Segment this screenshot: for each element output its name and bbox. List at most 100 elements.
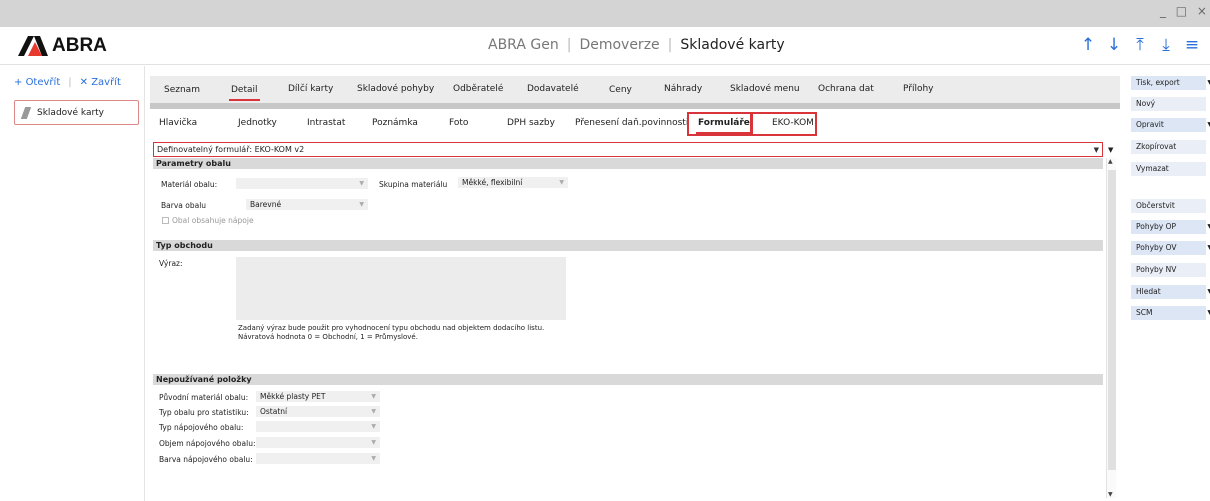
tab-intrastat[interactable]: Intrastat [307, 118, 345, 128]
tab-preneseni-dane[interactable]: Přenesení daň.povinnosti [575, 118, 688, 128]
form-scrollbar[interactable]: ▲ ▼ [1106, 158, 1116, 498]
unused-select[interactable]: ▼ [256, 437, 380, 448]
unused-value: Měkké plasty PET [260, 392, 326, 401]
abra-logo-icon [18, 36, 48, 56]
window-titlebar: _ □ × [0, 0, 1210, 27]
document-label: Skladové karty [37, 107, 105, 118]
group-value: Měkké, flexibilní [462, 178, 523, 187]
scroll-thumb[interactable] [1108, 170, 1116, 470]
unused-label: Původní materiál obalu: [159, 393, 249, 402]
chevron-down-icon[interactable]: ▼ [1108, 146, 1113, 154]
material-label: Materiál obalu: [161, 180, 218, 189]
tab-ochrana-dat[interactable]: Ochrana dat [818, 84, 874, 94]
caret-icon: ▼ [359, 201, 364, 208]
tab-hlavicka[interactable]: Hlavička [159, 118, 197, 128]
app-header: ABRA ABRA Gen | Demoverze | Skladové karty ↑… [0, 27, 1210, 65]
menu-icon[interactable]: ≡ [1184, 35, 1200, 55]
unused-value: Ostatní [260, 407, 288, 416]
tab-seznam[interactable]: Seznam [164, 85, 200, 95]
right-pane: Tisk, export ▼ Nový Opravit ▼ Zkopírovat V… [1124, 66, 1210, 501]
movements-nv-button[interactable]: Pohyby NV [1131, 263, 1206, 277]
chevron-down-icon[interactable]: ▼ [1094, 144, 1099, 157]
definable-form-select[interactable]: Definovatelný formulář: EKO-KOM v2 ▼ [153, 142, 1103, 157]
delete-button[interactable]: Vymazat [1131, 162, 1206, 176]
tab-jednotky[interactable]: Jednotky [238, 118, 277, 128]
definable-form-value: EKO-KOM v2 [254, 145, 305, 154]
button-label: Zkopírovat [1136, 142, 1177, 151]
tab-dodavatele[interactable]: Dodavatelé [527, 84, 579, 94]
tab-dilci-karty[interactable]: Dílčí karty [288, 84, 333, 94]
caret-icon: ▼ [371, 439, 376, 446]
tab-detail[interactable]: Detail [229, 85, 260, 101]
arrow-down-icon[interactable]: ↓ [1106, 35, 1122, 55]
scroll-up-icon[interactable]: ▲ [1108, 158, 1113, 165]
tab-ceny[interactable]: Ceny [609, 85, 632, 95]
logo-text: ABRA [52, 35, 107, 56]
unused-select[interactable]: ▼ [256, 453, 380, 464]
left-toolbar: + Otevřít | ✕ Zavřít [14, 77, 121, 88]
highlight-formulare [687, 112, 752, 136]
scm-button[interactable]: SCM ▼ [1131, 306, 1210, 320]
search-button[interactable]: Hledat ▼ [1131, 285, 1210, 299]
unused-select[interactable]: Ostatní ▼ [256, 406, 380, 417]
color-label: Barva obalu [161, 201, 207, 210]
group-select[interactable]: Měkké, flexibilní ▼ [458, 177, 568, 188]
button-label: Pohyby OP [1136, 222, 1177, 231]
definable-form-label: Definovatelný formulář: [157, 145, 253, 154]
tab-foto[interactable]: Foto [449, 118, 468, 128]
print-export-button[interactable]: Tisk, export ▼ [1131, 76, 1210, 90]
drinks-label: Obal obsahuje nápoje [172, 216, 254, 225]
detail-tabs: Hlavička Jednotky Intrastat Poznámka Fot… [150, 109, 1120, 139]
title-agenda: Skladové karty [680, 37, 785, 53]
highlight-eko-kom [751, 112, 817, 136]
expr-note-line2: Návratová hodnota 0 = Obchodní, 1 = Prům… [238, 333, 418, 341]
section-nepouzivane: Nepoužívané položky [153, 374, 1103, 385]
edit-button[interactable]: Opravit ▼ [1131, 118, 1210, 132]
drinks-checkbox[interactable] [162, 217, 169, 224]
movements-op-button[interactable]: Pohyby OP ▼ [1131, 220, 1210, 234]
scroll-down-icon[interactable]: ▼ [1108, 491, 1113, 498]
caret-icon: ▼ [559, 179, 564, 186]
caret-icon: ▼ [359, 180, 364, 187]
button-label: Hledat [1136, 287, 1161, 296]
tab-dph-sazby[interactable]: DPH sazby [507, 118, 555, 128]
button-label: Tisk, export [1136, 78, 1180, 87]
arrow-first-icon[interactable]: ⤒ [1132, 35, 1148, 55]
nav-icons: ↑ ↓ ⤒ ⤓ ≡ [1080, 35, 1200, 55]
title-company: Demoverze [579, 37, 660, 53]
arrow-last-icon[interactable]: ⤓ [1158, 35, 1174, 55]
open-label: Otevřít [25, 77, 61, 88]
tab-prilohy[interactable]: Přílohy [903, 84, 934, 94]
unused-select[interactable]: ▼ [256, 421, 380, 432]
group-label: Skupina materiálu [379, 180, 448, 189]
tab-poznamka[interactable]: Poznámka [372, 118, 418, 128]
tab-odberatele[interactable]: Odběratelé [453, 84, 503, 94]
button-label: Nový [1136, 99, 1156, 108]
unused-label: Typ obalu pro statistiku: [159, 408, 249, 417]
unused-label: Barva nápojového obalu: [159, 455, 253, 464]
expr-note-line1: Zadaný výraz bude použit pro vyhodnocení… [238, 324, 545, 332]
button-label: Občerstvit [1136, 201, 1175, 210]
section-typ-obchodu: Typ obchodu [153, 240, 1103, 251]
abra-logo: ABRA [18, 35, 107, 56]
main-tabs: Seznam Detail Dílčí karty Skladové pohyb… [150, 76, 1120, 103]
document-item[interactable]: Skladové karty [14, 100, 139, 125]
open-button[interactable]: + Otevřít [14, 77, 60, 88]
tab-skladove-menu[interactable]: Skladové menu [730, 84, 800, 94]
tab-nahrady[interactable]: Náhrady [664, 84, 702, 94]
tab-skladove-pohyby[interactable]: Skladové pohyby [357, 84, 434, 94]
material-select[interactable]: ▼ [236, 178, 368, 189]
expr-textarea[interactable] [236, 257, 566, 320]
movements-ov-button[interactable]: Pohyby OV ▼ [1131, 241, 1210, 255]
close-button[interactable]: ✕ Zavřít [80, 77, 121, 88]
title-app: ABRA Gen [488, 37, 559, 53]
arrow-up-icon[interactable]: ↑ [1080, 35, 1096, 55]
color-select[interactable]: Barevné ▼ [246, 199, 368, 210]
copy-button[interactable]: Zkopírovat [1131, 140, 1206, 154]
refresh-button[interactable]: Občerstvit [1131, 199, 1206, 213]
button-label: SCM [1136, 308, 1153, 317]
unused-select[interactable]: Měkké plasty PET ▼ [256, 391, 380, 402]
window-controls[interactable]: _ □ × [1160, 4, 1210, 18]
expr-note: Zadaný výraz bude použit pro vyhodnocení… [238, 324, 544, 342]
new-button[interactable]: Nový [1131, 97, 1206, 111]
